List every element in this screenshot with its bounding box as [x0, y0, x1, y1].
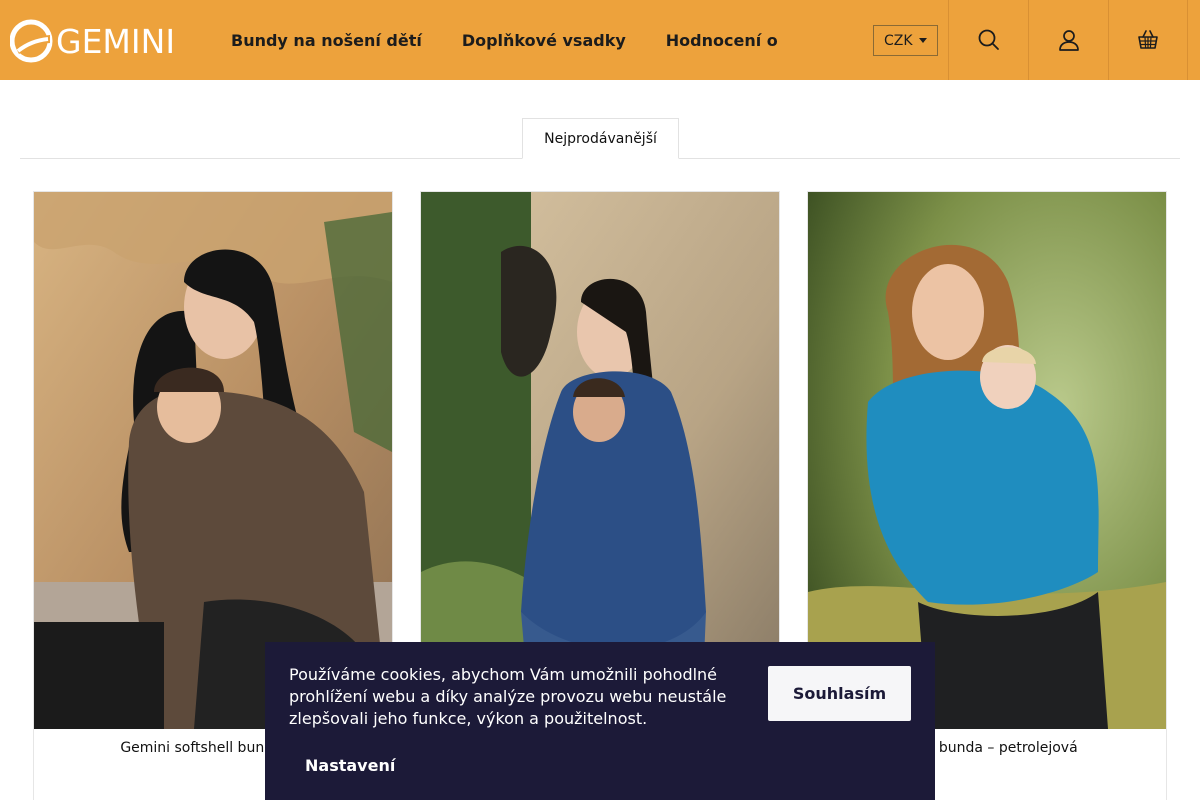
currency-select[interactable]: CZK	[873, 25, 938, 56]
search-button[interactable]	[948, 0, 1028, 80]
nav-item-additional-inserts[interactable]: Doplňkové vsadky	[462, 31, 626, 50]
currency-value: CZK	[884, 32, 913, 49]
site-header: GEMINI Bundy na nošení dětí Doplňkové vs…	[0, 0, 1200, 80]
user-icon	[1058, 30, 1079, 51]
logo-text: GEMINI	[56, 22, 176, 61]
basket-icon	[1138, 30, 1158, 49]
logo[interactable]: GEMINI	[10, 18, 190, 64]
cart-button[interactable]	[1108, 0, 1188, 80]
logo-mark-icon	[10, 19, 53, 63]
search-icon	[978, 29, 999, 50]
cookie-accept-button[interactable]: Souhlasím	[768, 666, 911, 721]
nav-item-carrying-jackets[interactable]: Bundy na nošení dětí	[231, 31, 422, 50]
cookie-message: Používáme cookies, abychom Vám umožnili …	[289, 665, 727, 728]
cookie-settings-link[interactable]: Nastavení	[305, 756, 395, 775]
account-button[interactable]	[1028, 0, 1108, 80]
tab-bestsellers[interactable]: Nejprodávanější	[522, 118, 679, 159]
main-nav: Bundy na nošení dětí Doplňkové vsadky Ho…	[231, 0, 818, 80]
chevron-down-icon	[918, 38, 927, 43]
nav-item-reviews[interactable]: Hodnocení o	[666, 31, 778, 50]
cookie-banner: Používáme cookies, abychom Vám umožnili …	[265, 642, 935, 800]
